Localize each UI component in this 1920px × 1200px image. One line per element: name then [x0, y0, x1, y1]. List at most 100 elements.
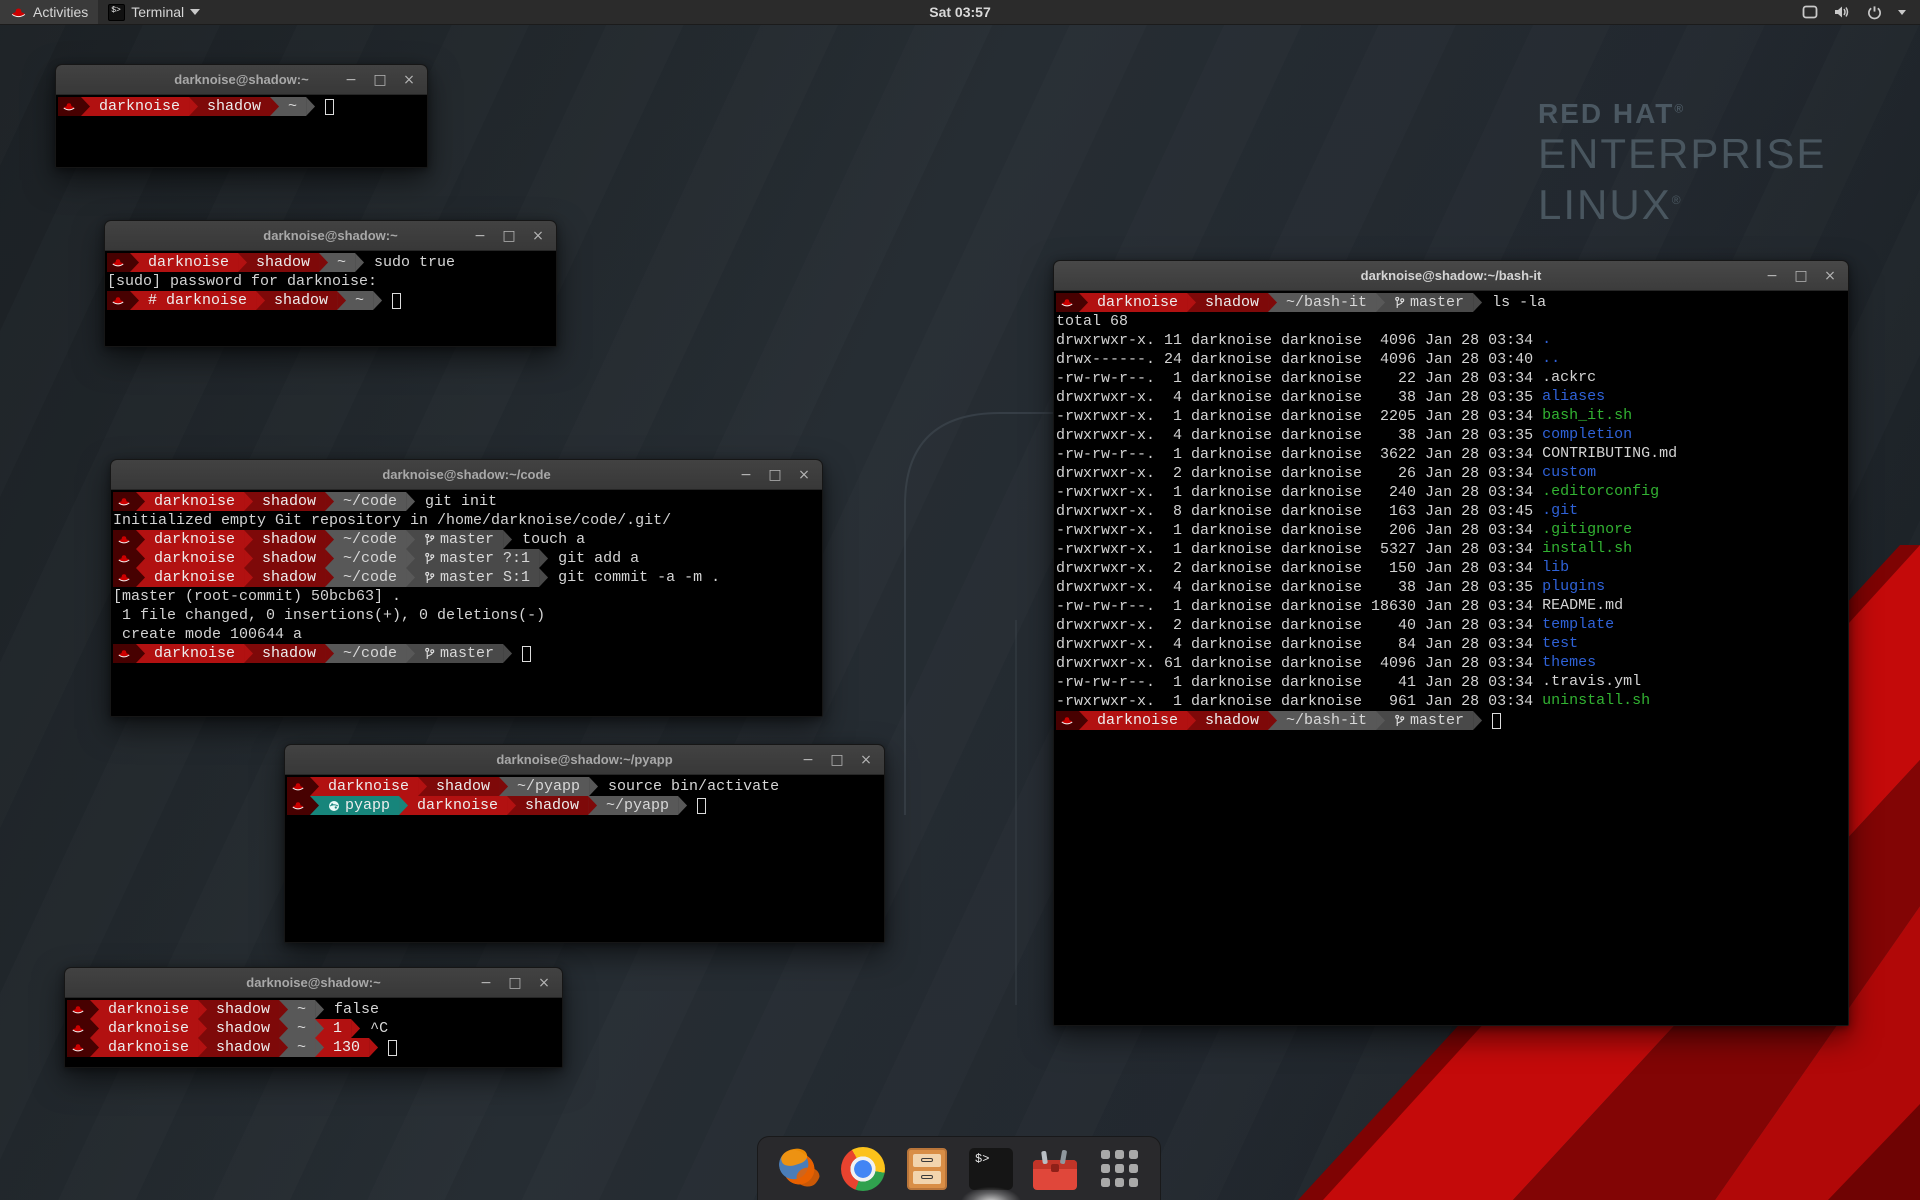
- powerline-separator-icon: [325, 568, 334, 587]
- volume-icon: [1834, 5, 1851, 19]
- window-titlebar[interactable]: darknoise@shadow:~/bash-it−□×: [1054, 261, 1848, 291]
- terminal-prompt-line: darknoiseshadow~130: [67, 1038, 562, 1057]
- powerline-separator-icon: [198, 1038, 207, 1057]
- terminal-window-home-small[interactable]: darknoise@shadow:~−□×darknoiseshadow~: [55, 64, 428, 168]
- prompt-segment-path: ~/code: [334, 549, 406, 568]
- terminal-content[interactable]: darknoiseshadow~: [56, 95, 427, 167]
- terminal-content[interactable]: darknoiseshadow~/bash-itmasterls -latota…: [1054, 291, 1848, 1025]
- powerline-separator-icon: [315, 1038, 324, 1057]
- terminal-window-pyapp[interactable]: darknoise@shadow:~/pyapp−□×darknoiseshad…: [284, 744, 885, 943]
- powerline-separator-icon: [503, 530, 512, 549]
- terminal-window-sudo[interactable]: darknoise@shadow:~−□×darknoiseshadow~sud…: [104, 220, 557, 347]
- close-button[interactable]: ×: [859, 753, 873, 767]
- window-titlebar[interactable]: darknoise@shadow:~/pyapp−□×: [285, 745, 884, 775]
- git-branch-icon: [424, 647, 435, 661]
- terminal-output-line: 1 file changed, 0 insertions(+), 0 delet…: [113, 606, 822, 625]
- ls-row-filename: template: [1542, 616, 1614, 635]
- powerline-separator-icon: [507, 796, 516, 815]
- ls-row-meta: drwxrwxr-x. 4 darknoise darknoise 38 Jan…: [1056, 426, 1542, 445]
- prompt-segment-path: ~/code: [334, 492, 406, 511]
- powerline-separator-icon: [351, 1019, 360, 1038]
- terminal-window-exitcodes[interactable]: darknoise@shadow:~−□×darknoiseshadow~fal…: [64, 967, 563, 1068]
- close-button[interactable]: ×: [1823, 269, 1837, 283]
- prompt-segment-git: master: [415, 644, 503, 663]
- maximize-button[interactable]: □: [768, 468, 782, 482]
- close-button[interactable]: ×: [537, 976, 551, 990]
- close-button[interactable]: ×: [402, 73, 416, 87]
- powerline-separator-icon: [539, 568, 548, 587]
- window-titlebar[interactable]: darknoise@shadow:~−□×: [105, 221, 556, 251]
- terminal-output-line: -rw-rw-r--. 1 darknoise darknoise 3622 J…: [1056, 445, 1848, 464]
- minimize-button[interactable]: −: [801, 753, 815, 767]
- dock: $>: [757, 1136, 1161, 1200]
- powerline-separator-icon: [1376, 293, 1385, 312]
- terminal-content[interactable]: darknoiseshadow~/codegit initInitialized…: [111, 490, 822, 716]
- ls-row-meta: -rwxrwxr-x. 1 darknoise darknoise 5327 J…: [1056, 540, 1542, 559]
- prompt-segment-venv: pyapp: [319, 796, 399, 815]
- terminal-cursor: [1492, 713, 1501, 729]
- window-title: darknoise@shadow:~/code: [111, 467, 822, 482]
- terminal-content[interactable]: darknoiseshadow~sudo true[sudo] password…: [105, 251, 556, 346]
- dock-item-chrome[interactable]: [840, 1146, 886, 1192]
- ls-row-filename: ..: [1542, 350, 1560, 369]
- minimize-button[interactable]: −: [473, 229, 487, 243]
- terminal-output-line: drwxrwxr-x. 2 darknoise darknoise 26 Jan…: [1056, 464, 1848, 483]
- ls-row-filename: install.sh: [1542, 540, 1632, 559]
- system-status-area[interactable]: [1788, 0, 1920, 24]
- window-titlebar[interactable]: darknoise@shadow:~/code− □ ×: [111, 460, 822, 490]
- powerline-separator-icon: [1268, 711, 1277, 730]
- dock-item-firefox[interactable]: [776, 1146, 822, 1192]
- prompt-segment-hat: [67, 1019, 90, 1038]
- close-button[interactable]: ×: [797, 468, 811, 482]
- command-text: sudo true: [364, 253, 455, 272]
- ls-row-filename: .ackrc: [1542, 369, 1596, 388]
- terminal-content[interactable]: darknoiseshadow~/pyappsource bin/activat…: [285, 775, 884, 942]
- terminal-output-line: Initialized empty Git repository in /hom…: [113, 511, 822, 530]
- terminal-prompt-line: darknoiseshadow~1^C: [67, 1019, 562, 1038]
- prompt-segment-exit: 1: [324, 1019, 351, 1038]
- dock-item-app-grid[interactable]: [1096, 1146, 1142, 1192]
- prompt-segment-host: shadow: [1196, 293, 1268, 312]
- app-menu-terminal[interactable]: $> Terminal: [98, 0, 210, 24]
- maximize-button[interactable]: □: [1794, 269, 1808, 283]
- ls-row-meta: drwxrwxr-x. 8 darknoise darknoise 163 Ja…: [1056, 502, 1542, 521]
- command-text: git add a: [548, 549, 639, 568]
- window-buttons: − □ ×: [801, 753, 884, 767]
- clock[interactable]: Sat 03:57: [929, 4, 990, 20]
- terminal-cursor: [325, 99, 334, 115]
- ls-row-filename: .travis.yml: [1542, 673, 1641, 692]
- terminal-window-bash-it[interactable]: darknoise@shadow:~/bash-it−□×darknoisesh…: [1053, 260, 1849, 1026]
- maximize-button[interactable]: □: [373, 73, 387, 87]
- maximize-button[interactable]: □: [830, 753, 844, 767]
- terminal-content[interactable]: darknoiseshadow~falsedarknoiseshadow~1^C…: [65, 998, 562, 1067]
- redhat-fedora-icon: [117, 496, 131, 507]
- terminal-window-code[interactable]: darknoise@shadow:~/code− □ × darknoiseshado…: [110, 459, 823, 717]
- ls-row-filename: uninstall.sh: [1542, 692, 1650, 711]
- dock-item-toolbox[interactable]: [1032, 1146, 1078, 1192]
- window-titlebar[interactable]: darknoise@shadow:~−□×: [65, 968, 562, 998]
- prompt-segment-user: darknoise: [145, 530, 244, 549]
- minimize-button[interactable]: −: [1765, 269, 1779, 283]
- maximize-button[interactable]: □: [508, 976, 522, 990]
- close-button[interactable]: ×: [531, 229, 545, 243]
- prompt-segment-hat: [113, 549, 136, 568]
- terminal-prompt-line: darknoiseshadow~/pyappsource bin/activat…: [287, 777, 884, 796]
- ls-row-filename: completion: [1542, 426, 1632, 445]
- minimize-button[interactable]: −: [479, 976, 493, 990]
- redhat-fedora-icon: [117, 553, 131, 564]
- terminal-output-line: -rwxrwxr-x. 1 darknoise darknoise 5327 J…: [1056, 540, 1848, 559]
- prompt-segment-host: shadow: [516, 796, 588, 815]
- activities-button[interactable]: Activities: [0, 0, 98, 24]
- dock-item-terminal[interactable]: $>: [968, 1146, 1014, 1192]
- powerline-separator-icon: [1268, 293, 1277, 312]
- powerline-separator-icon: [270, 97, 279, 116]
- minimize-button[interactable]: −: [344, 73, 358, 87]
- dock-item-files[interactable]: [904, 1146, 950, 1192]
- prompt-segment-hat: [113, 530, 136, 549]
- minimize-button[interactable]: −: [739, 468, 753, 482]
- powerline-separator-icon: [315, 1019, 324, 1038]
- window-titlebar[interactable]: darknoise@shadow:~−□×: [56, 65, 427, 95]
- ls-row-meta: drwxrwxr-x. 11 darknoise darknoise 4096 …: [1056, 331, 1542, 350]
- maximize-button[interactable]: □: [502, 229, 516, 243]
- redhat-fedora-icon: [117, 648, 131, 659]
